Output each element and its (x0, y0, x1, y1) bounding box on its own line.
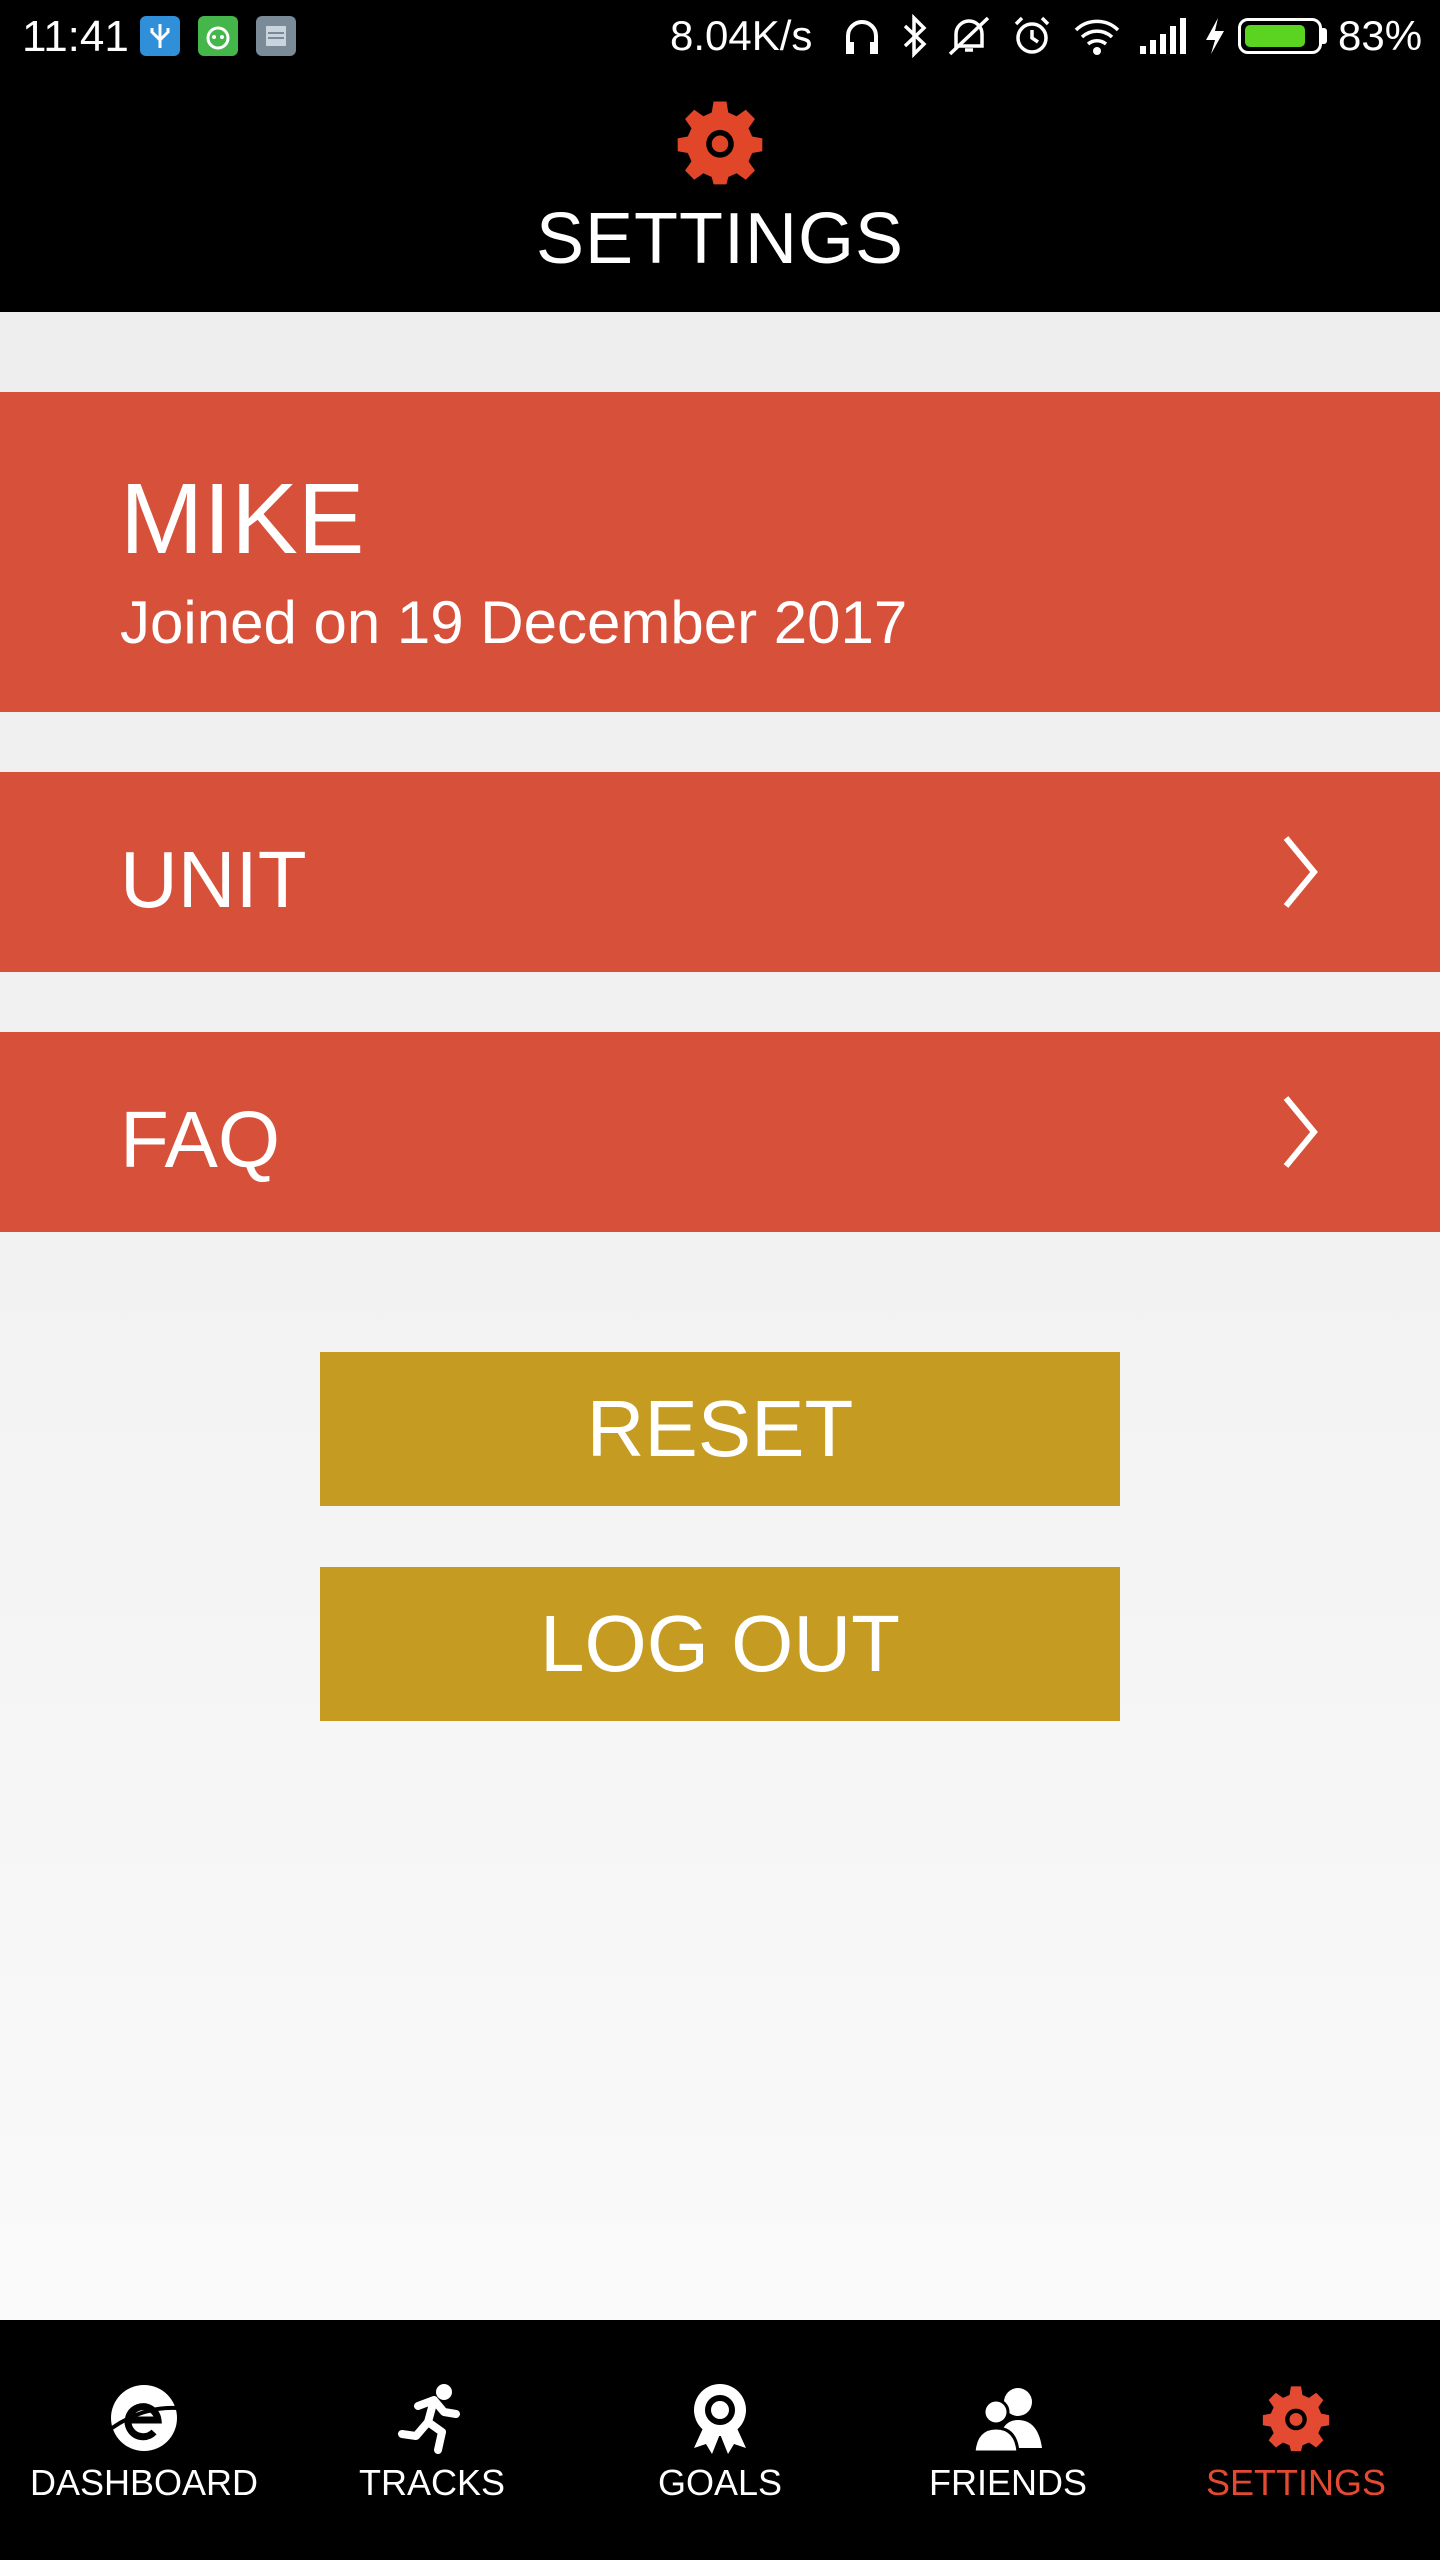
dashboard-icon (110, 2385, 179, 2451)
faq-row[interactable]: FAQ (0, 1032, 1440, 1232)
nav-label: FRIENDS (928, 2462, 1087, 2503)
nav-settings[interactable]: SETTINGS (1152, 2320, 1440, 2560)
faq-label: FAQ (120, 1095, 281, 1184)
medal-icon (694, 2384, 746, 2454)
profile-name: MIKE (120, 463, 365, 575)
gear-icon (677, 101, 763, 185)
charging-icon (1206, 18, 1224, 54)
gear-icon (1262, 2386, 1330, 2452)
android-icon (198, 16, 238, 56)
alarm-icon (1014, 16, 1050, 54)
bluetooth-icon (903, 14, 927, 58)
page-title: SETTINGS (535, 199, 905, 279)
nav-label: SETTINGS (1205, 2462, 1387, 2503)
bottom-nav: DASHBOARD TRACKS GOALS FRIENDS SETTINGS (0, 2320, 1440, 2560)
chevron-right-icon (1283, 1096, 1318, 1168)
profile-joined-date: Joined on 19 December 2017 (120, 589, 908, 656)
signal-icon (1140, 18, 1186, 54)
battery-fill (1245, 25, 1305, 47)
app-header: SETTINGS (0, 72, 1440, 312)
runner-icon (398, 2384, 460, 2454)
unit-row[interactable]: UNIT (0, 772, 1440, 972)
mute-icon (948, 16, 990, 56)
notes-icon (256, 16, 296, 56)
status-bar: 11:41 8.04K/s 83% (0, 0, 1440, 72)
logout-button[interactable]: LOG OUT (320, 1567, 1120, 1721)
headphones-icon (846, 20, 878, 54)
nav-tracks[interactable]: TRACKS (288, 2320, 576, 2560)
battery-icon (1238, 18, 1322, 54)
nav-label: GOALS (657, 2462, 783, 2503)
nav-friends[interactable]: FRIENDS (864, 2320, 1152, 2560)
nav-label: TRACKS (358, 2462, 506, 2503)
profile-card: MIKE Joined on 19 December 2017 (0, 392, 1440, 712)
reset-button[interactable]: RESET (320, 1352, 1120, 1506)
nav-label: DASHBOARD (29, 2462, 259, 2503)
usb-icon (140, 16, 180, 56)
unit-label: UNIT (120, 835, 307, 924)
chevron-right-icon (1283, 836, 1318, 908)
wifi-icon (1074, 19, 1120, 55)
nav-dashboard[interactable]: DASHBOARD (0, 2320, 288, 2560)
net-speed: 8.04K/s (670, 12, 813, 59)
battery-tip (1322, 28, 1327, 44)
nav-goals[interactable]: GOALS (576, 2320, 864, 2560)
battery-percent: 83% (1338, 12, 1423, 59)
status-time: 11:41 (22, 12, 129, 61)
friends-icon (972, 2388, 1042, 2454)
